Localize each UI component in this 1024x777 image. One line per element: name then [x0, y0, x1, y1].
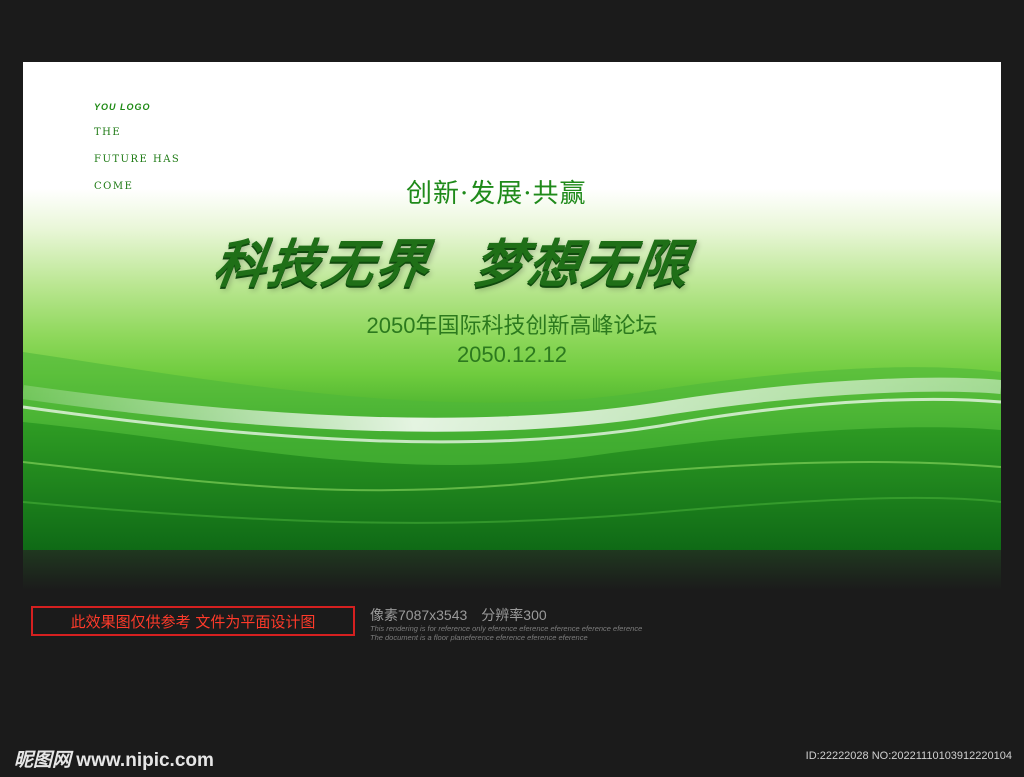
spec-info: 像素7087x3543 分辨率300 [370, 605, 547, 625]
tagline-line: THE [94, 127, 122, 138]
forum-title: 2050年国际科技创新高峰论坛 [23, 308, 1001, 340]
forum-title-text: 2050年国际科技创新高峰论坛 [366, 313, 658, 338]
poster-banner: YOU LOGO THE FUTURE HAS COME 创新·发展·共赢 科技… [23, 62, 1001, 550]
banner-reflection [23, 550, 1001, 590]
tagline: THE FUTURE HAS COME [94, 127, 180, 193]
site-url[interactable]: www.nipic.com [76, 750, 214, 771]
logo-text: YOU LOGO [94, 102, 151, 112]
headline: 科技无界 梦想无限 [210, 222, 821, 297]
event-date: 2050.12.12 [456, 342, 568, 367]
tagline-line: FUTURE HAS [94, 154, 181, 165]
headline-left: 科技无界 [210, 235, 435, 295]
site-watermark[interactable]: 昵图网 www.nipic.com [14, 745, 214, 772]
site-brand: 昵图网 [14, 749, 72, 771]
image-meta: ID:22222028 NO:20221110103912220104 [805, 750, 1012, 762]
notice-box: 此效果图仅供参考 文件为平面设计图 [31, 606, 355, 636]
logo-block: YOU LOGO THE FUTURE HAS COME [94, 102, 180, 193]
resolution: 分辨率300 [481, 607, 547, 623]
headline-right: 梦想无限 [470, 235, 695, 295]
pixel-size: 像素7087x3543 [370, 607, 468, 623]
fine-print: This rendering is for reference only efe… [370, 624, 643, 633]
tagline-line: COME [94, 181, 134, 192]
slogan: 创新·发展·共赢 [406, 179, 587, 209]
fine-print: The document is a floor planeference efe… [370, 633, 588, 642]
